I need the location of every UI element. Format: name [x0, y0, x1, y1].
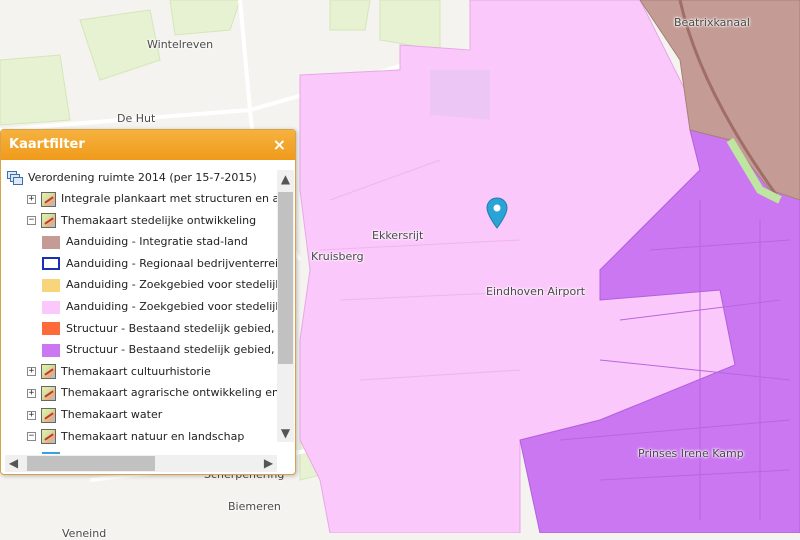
- layer-tree: Verordening ruimte 2014 (per 15-7-2015) …: [5, 164, 279, 454]
- map-layer-icon: [41, 191, 56, 207]
- label-kruisberg: Kruisberg: [311, 250, 364, 263]
- legend-item-partial: [42, 448, 66, 454]
- legend-swatch: [42, 257, 60, 271]
- map-layer-icon: [41, 364, 56, 380]
- legend-swatch: [42, 343, 60, 357]
- map-layer-icon: [41, 385, 56, 401]
- layer-group[interactable]: + Themakaart water: [27, 405, 162, 425]
- vertical-scroll-thumb[interactable]: [278, 192, 293, 364]
- legend-label: Structuur - Bestaand stedelijk gebied, k…: [66, 321, 279, 335]
- collapse-icon[interactable]: −: [27, 216, 36, 226]
- legend-swatch: [42, 322, 60, 336]
- layer-group-label: Themakaart stedelijke ontwikkeling: [61, 213, 257, 227]
- layer-group[interactable]: − Themakaart natuur en landschap: [27, 427, 244, 447]
- legend-label: Structuur - Bestaand stedelijk gebied, s…: [66, 343, 279, 357]
- legend-label: Aanduiding - Integratie stad-land: [66, 235, 248, 249]
- legend-item: Aanduiding - Zoekgebied voor stedelijke …: [42, 297, 279, 317]
- scroll-right-icon[interactable]: ▶: [260, 456, 277, 470]
- legend-swatch: [42, 235, 60, 249]
- scroll-down-icon[interactable]: ▼: [277, 426, 294, 440]
- label-veneind: Veneind: [62, 527, 107, 540]
- scroll-left-icon[interactable]: ◀: [5, 456, 22, 470]
- label-biemeren: Biemeren: [228, 500, 281, 513]
- layer-group[interactable]: − Themakaart stedelijke ontwikkeling: [27, 211, 256, 231]
- layer-group-label: Integrale plankaart met structuren en aa…: [61, 192, 279, 205]
- tree-root[interactable]: Verordening ruimte 2014 (per 15-7-2015): [7, 168, 257, 188]
- label-de-hut: De Hut: [117, 112, 156, 125]
- expand-icon[interactable]: +: [27, 194, 36, 204]
- layers-icon: [7, 171, 23, 185]
- label-eindhoven-airport: Eindhoven Airport: [486, 285, 586, 298]
- layer-group[interactable]: + Themakaart cultuurhistorie: [27, 362, 211, 382]
- legend-label: Aanduiding - Zoekgebied voor stedelijke …: [66, 300, 279, 313]
- layer-group-label: Themakaart agrarische ontwikkeling en wi…: [61, 386, 279, 400]
- legend-swatch: [42, 300, 60, 314]
- label-ekkersrijt: Ekkersrijt: [372, 229, 424, 242]
- scroll-up-icon[interactable]: ▲: [277, 172, 294, 186]
- layer-group-label: Themakaart water: [61, 408, 163, 421]
- kaartfilter-panel: Kaartfilter × Verordening ruimte 2014 (p…: [0, 129, 296, 475]
- map-layer-icon: [41, 407, 56, 423]
- layer-group[interactable]: + Integrale plankaart met structuren en a…: [27, 189, 279, 209]
- layer-group-label: Themakaart cultuurhistorie: [61, 364, 211, 378]
- expand-icon[interactable]: +: [27, 410, 36, 420]
- vertical-scrollbar[interactable]: ▲ ▼: [277, 170, 294, 442]
- legend-label: Aanduiding - Zoekgebied voor stedelijke …: [66, 278, 279, 292]
- map-layer-icon: [41, 429, 56, 445]
- map-layer-icon: [41, 213, 56, 229]
- expand-icon[interactable]: +: [27, 367, 36, 377]
- panel-header: Kaartfilter ×: [1, 130, 295, 160]
- expand-icon[interactable]: +: [27, 388, 36, 398]
- legend-item: Aanduiding - Zoekgebied voor stedelijke …: [42, 275, 279, 295]
- layer-group[interactable]: + Themakaart agrarische ontwikkeling en w…: [27, 383, 279, 403]
- horizontal-scroll-thumb[interactable]: [27, 456, 155, 471]
- label-prinses-irene-kamp: Prinses Irene Kamp: [638, 447, 744, 460]
- legend-label: Aanduiding - Regionaal bedrijventerrein: [66, 256, 279, 270]
- layer-group-label: Themakaart natuur en landschap: [61, 429, 245, 443]
- label-wintelreven: Wintelreven: [147, 38, 214, 51]
- close-icon[interactable]: ×: [273, 130, 286, 160]
- legend-item: Structuur - Bestaand stedelijk gebied, k…: [42, 319, 279, 339]
- legend-item: Aanduiding - Regionaal bedrijventerrein: [42, 254, 279, 274]
- legend-swatch: [42, 451, 60, 454]
- location-pin-icon[interactable]: [486, 197, 508, 229]
- tree-root-label: Verordening ruimte 2014 (per 15-7-2015): [28, 171, 257, 184]
- collapse-icon[interactable]: −: [27, 432, 36, 442]
- legend-item: Aanduiding - Integratie stad-land: [42, 232, 248, 252]
- label-beatrixkanaal: Beatrixkanaal: [674, 16, 750, 29]
- horizontal-scrollbar[interactable]: ◀ ▶: [5, 455, 277, 472]
- legend-item: Structuur - Bestaand stedelijk gebied, s…: [42, 340, 279, 360]
- panel-title: Kaartfilter: [9, 137, 85, 152]
- legend-swatch: [42, 278, 60, 292]
